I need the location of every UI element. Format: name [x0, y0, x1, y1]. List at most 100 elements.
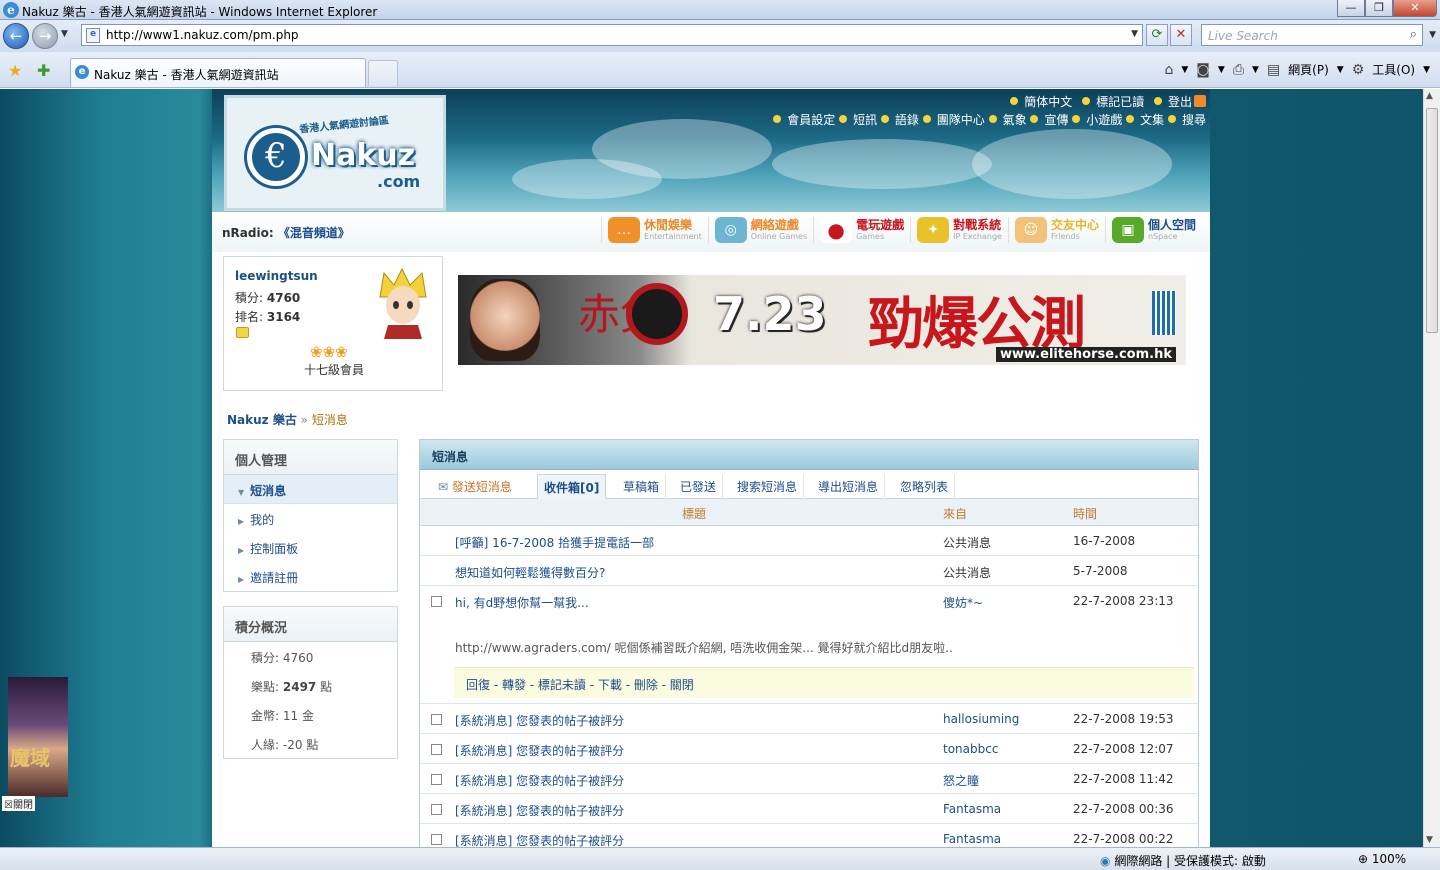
table-row[interactable]: 想知道如何輕鬆獲得數百分? 公共消息 5-7-2008 — [420, 556, 1198, 586]
user-avatar[interactable] — [374, 267, 432, 339]
refresh-button[interactable]: ⟳ — [1146, 24, 1168, 46]
link-pm[interactable]: 短訊 — [853, 113, 877, 127]
link-logout[interactable]: 登出 — [1168, 95, 1192, 109]
breadcrumb-home[interactable]: Nakuz 樂古 — [227, 413, 297, 427]
link-quotes[interactable]: 語錄 — [895, 113, 919, 127]
tab-export[interactable]: 導出短消息 — [812, 474, 886, 499]
tab-compose[interactable]: ✉ 發送短消息 — [432, 474, 518, 499]
pm-from[interactable]: 傻妨*~ — [943, 594, 983, 611]
link-search[interactable]: 搜尋 — [1182, 113, 1206, 127]
minimize-button[interactable]: — — [1337, 0, 1365, 17]
tab-search[interactable]: 搜索短消息 — [731, 474, 805, 499]
pm-subject[interactable]: 想知道如何輕鬆獲得數百分? — [455, 564, 605, 581]
horse-emblem-icon — [626, 283, 688, 345]
link-weather[interactable]: 氣象 — [1003, 113, 1027, 127]
nav-friends[interactable]: ☺ 交友中心 Friends — [1007, 217, 1105, 243]
url-text[interactable]: http://www1.nakuz.com/pm.php — [106, 28, 299, 42]
row-checkbox[interactable] — [431, 774, 442, 785]
link-minigames[interactable]: 小遊戲 — [1086, 113, 1122, 127]
home-icon[interactable]: ⌂ — [1164, 62, 1173, 78]
browser-tab[interactable]: e Nakuz 樂古 - 香港人氣網遊資訊站 — [70, 58, 366, 87]
table-row[interactable]: hi, 有d野想你幫一幫我... 傻妨*~ 22-7-2008 23:13 — [420, 586, 1198, 616]
table-row[interactable]: [系統消息] 您發表的帖子被評分 hallosiuming 22-7-2008 … — [420, 704, 1198, 734]
table-row[interactable]: [系統消息] 您發表的帖子被評分 怒之瞳 22-7-2008 11:42 — [420, 764, 1198, 794]
row-checkbox[interactable] — [431, 834, 442, 845]
nradio-channel-link[interactable]: 《混音頻道》 — [278, 226, 350, 240]
link-team-center[interactable]: 團隊中心 — [937, 113, 985, 127]
page-menu[interactable]: 網頁(P) — [1288, 61, 1329, 78]
address-bar[interactable]: e http://www1.nakuz.com/pm.php ▼ — [81, 24, 1143, 46]
tools-menu[interactable]: 工具(O) — [1372, 61, 1415, 78]
zoom-level[interactable]: ⊕ 100% — [1358, 852, 1406, 866]
row-checkbox[interactable] — [431, 714, 442, 725]
row-checkbox[interactable] — [431, 596, 442, 607]
menu-control-panel[interactable]: ▶ 控制面板 — [224, 533, 397, 562]
site-logo[interactable]: 香港人氣網遊討論區 € Nakuz .com — [224, 95, 446, 211]
nav-entertainment[interactable]: … 休閒娛樂 Entertainment — [601, 217, 708, 243]
pm-from[interactable]: hallosiuming — [943, 712, 1019, 726]
back-button[interactable]: ← — [3, 23, 29, 49]
link-member-settings[interactable]: 會員設定 — [787, 113, 835, 127]
nav-nspace[interactable]: ▣ 個人空間 nSpace — [1104, 217, 1202, 243]
ad-banner[interactable]: 赤兔 7.23 勁爆公測 www.elitehorse.com.hk — [458, 275, 1186, 365]
favorites-star-icon[interactable]: ★ — [8, 61, 22, 80]
link-mark-read[interactable]: 標記已讀 — [1096, 95, 1144, 109]
pm-subject[interactable]: [系統消息] 您發表的帖子被評分 — [455, 802, 624, 819]
header-subject: 標題 — [682, 507, 707, 521]
table-row[interactable]: [系統消息] 您發表的帖子被評分 Fantasma 22-7-2008 00:3… — [420, 794, 1198, 824]
scroll-thumb[interactable] — [1426, 108, 1438, 333]
menu-invite[interactable]: ▶ 邀請註冊 — [224, 562, 397, 591]
tab-drafts[interactable]: 草稿箱 — [617, 474, 667, 499]
pm-subject[interactable]: [系統消息] 您發表的帖子被評分 — [455, 712, 624, 729]
side-ad-image[interactable]: 魔域 — [8, 677, 68, 797]
vertical-scrollbar[interactable]: ▲ ▼ — [1423, 89, 1440, 847]
scroll-down-icon[interactable]: ▼ — [1426, 835, 1433, 845]
forward-button[interactable]: → — [32, 23, 58, 49]
row-checkbox[interactable] — [431, 804, 442, 815]
pm-subject[interactable]: [系統消息] 您發表的帖子被評分 — [455, 772, 624, 789]
side-ad-close[interactable]: ☒關閉 — [2, 796, 35, 811]
nav-video-games[interactable]: ● 電玩遊戲 Games — [813, 217, 910, 243]
table-row[interactable]: [呼籲] 16-7-2008 拾獲手提電話一部 公共消息 16-7-2008 — [420, 526, 1198, 556]
pm-from[interactable]: 怒之瞳 — [943, 772, 979, 789]
pm-from[interactable]: tonabbcc — [943, 742, 998, 756]
nav-online-games[interactable]: ◎ 網絡遊戲 Online Games — [707, 217, 813, 243]
menu-pm[interactable]: ▼ 短消息 — [224, 475, 397, 504]
nav-battle-system[interactable]: ✦ 對戰系統 IP Exchange — [910, 217, 1008, 243]
rss-icon[interactable] — [1194, 95, 1206, 107]
scroll-up-icon[interactable]: ▲ — [1426, 91, 1433, 101]
search-box[interactable]: Live Search ⌕ ▼ — [1201, 24, 1436, 46]
pm-subject[interactable]: hi, 有d野想你幫一幫我... — [455, 594, 589, 611]
maximize-button[interactable]: ❐ — [1365, 0, 1393, 17]
search-icon[interactable]: ⌕ — [1410, 27, 1417, 42]
feeds-icon[interactable]: ◙ — [1196, 62, 1210, 78]
close-window-button[interactable]: ✕ — [1393, 0, 1437, 17]
pm-message-actions[interactable]: 回復 - 轉發 - 標記未讀 - 下載 - 刪除 - 關閉 — [454, 667, 1194, 698]
security-zone[interactable]: ◉ 網際網路 | 受保護模式: 啟動 — [1100, 852, 1266, 869]
menu-mine[interactable]: ▶ 我的 — [224, 504, 397, 533]
row-checkbox[interactable] — [431, 744, 442, 755]
history-dropdown-icon[interactable]: ▼ — [61, 29, 68, 39]
search-dropdown-icon[interactable]: ▼ — [1429, 30, 1436, 40]
stop-button[interactable]: ✕ — [1170, 24, 1192, 46]
tab-ignore-list[interactable]: 忽略列表 — [894, 474, 956, 499]
tab-inbox[interactable]: 收件箱[0] — [537, 474, 607, 499]
table-row[interactable]: [系統消息] 您發表的帖子被評分 Fantasma 22-7-2008 00:2… — [420, 824, 1198, 847]
address-dropdown-icon[interactable]: ▼ — [1131, 29, 1138, 39]
username-link[interactable]: leewingtsun — [235, 269, 318, 283]
link-promote[interactable]: 宣傳 — [1044, 113, 1068, 127]
link-simplified-chinese[interactable]: 簡体中文 — [1024, 95, 1072, 109]
new-tab-button[interactable] — [368, 60, 398, 86]
pm-from[interactable]: Fantasma — [943, 802, 1001, 816]
window-title: Nakuz 樂古 - 香港人氣網遊資訊站 - Windows Internet … — [22, 5, 378, 19]
add-favorites-icon[interactable]: ✚ — [37, 61, 50, 80]
pm-subject[interactable]: [系統消息] 您發表的帖子被評分 — [455, 742, 624, 759]
tab-sent[interactable]: 已發送 — [674, 474, 724, 499]
link-articles[interactable]: 文集 — [1140, 113, 1164, 127]
rank-stars-icon: ❀❀❀ — [310, 343, 348, 361]
pm-from[interactable]: Fantasma — [943, 832, 1001, 846]
pm-subject[interactable]: [呼籲] 16-7-2008 拾獲手提電話一部 — [455, 534, 654, 551]
pm-subject[interactable]: [系統消息] 您發表的帖子被評分 — [455, 832, 624, 847]
print-icon[interactable]: ⎙ — [1233, 62, 1244, 78]
table-row[interactable]: [系統消息] 您發表的帖子被評分 tonabbcc 22-7-2008 12:0… — [420, 734, 1198, 764]
